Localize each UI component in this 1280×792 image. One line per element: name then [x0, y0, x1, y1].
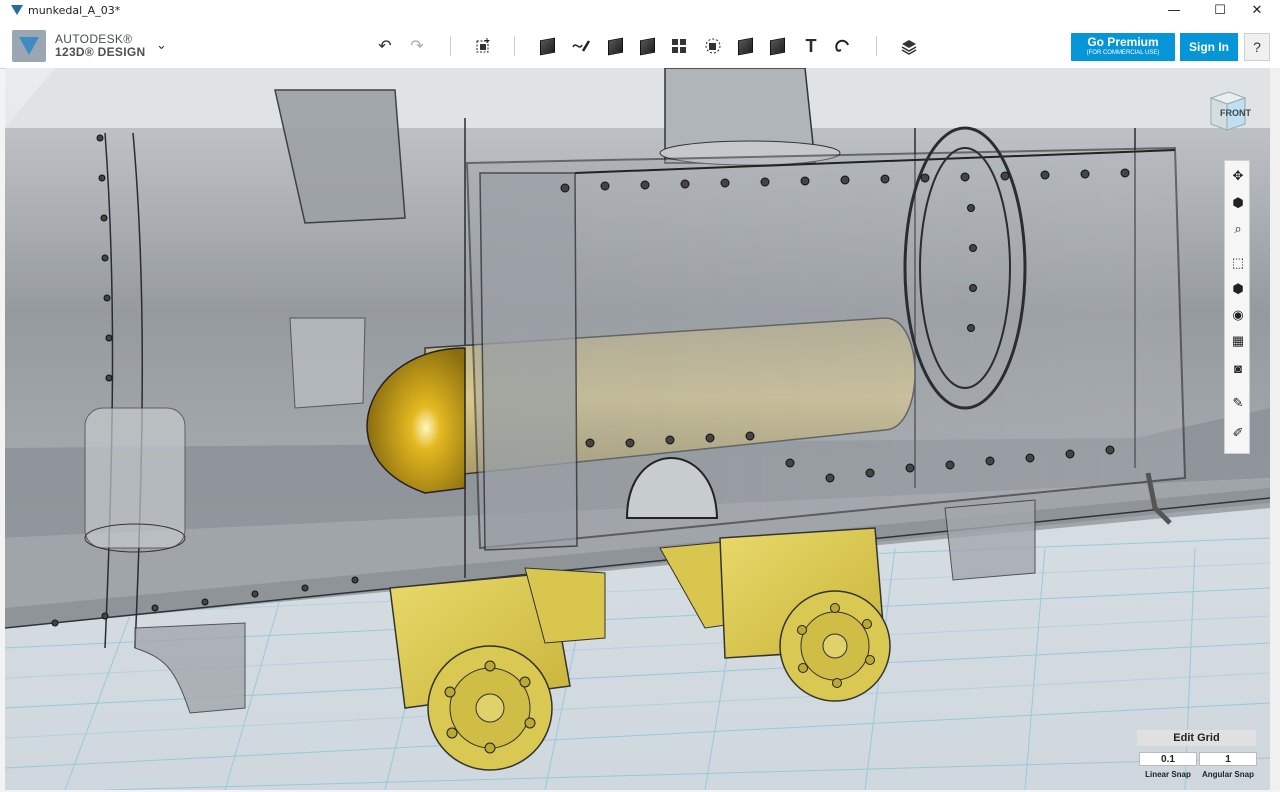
angular-snap-label: Angular Snap — [1201, 770, 1254, 779]
fit-icon[interactable]: ⬚ — [1228, 253, 1248, 273]
hide-mesh-icon[interactable]: ✐ — [1228, 423, 1248, 443]
window-title: munkedal_A_03* — [28, 4, 121, 17]
pan-icon[interactable]: ✥ — [1228, 166, 1248, 186]
main-toolbar: AUTODESK® 123D® DESIGN ⌄ ↶ ↷ T Go Premiu… — [0, 23, 1280, 69]
app-menu-chevron-down-icon[interactable]: ⌄ — [156, 37, 167, 53]
perspective-icon[interactable]: ⬢ — [1228, 279, 1248, 299]
edit-grid-button[interactable]: Edit Grid — [1137, 730, 1256, 746]
construct-icon[interactable] — [604, 35, 626, 57]
frame-leg-right — [944, 499, 1036, 581]
undo-icon[interactable]: ↶ — [374, 35, 396, 57]
view-cube-face-label: FRONT — [1220, 108, 1251, 118]
viewport-scrollbar[interactable] — [1270, 68, 1280, 790]
materials-icon[interactable]: ▦ — [1228, 331, 1248, 351]
orbit-icon[interactable]: ⬢ — [1228, 193, 1248, 213]
camera-icon[interactable]: ◙ — [1228, 359, 1248, 379]
grid-panel: Edit Grid 0.1 1 Linear Snap Angular Snap — [1137, 730, 1257, 780]
toolbar-divider — [450, 36, 451, 56]
zoom-icon[interactable]: ⌕ — [1228, 219, 1248, 239]
combine-icon[interactable] — [734, 35, 756, 57]
pattern-icon[interactable] — [668, 35, 690, 57]
product-name: 123D® DESIGN — [55, 45, 146, 59]
model-scene — [5, 68, 1270, 790]
modify-icon[interactable] — [636, 35, 658, 57]
go-premium-sublabel: (FOR COMMERCIAL USE) — [1086, 50, 1160, 56]
app-logo[interactable] — [12, 30, 46, 62]
hide-sketch-icon[interactable]: ✎ — [1228, 393, 1248, 413]
primitives-icon[interactable] — [536, 35, 558, 57]
go-premium-label: Go Premium — [1087, 35, 1159, 49]
material-icon[interactable] — [898, 35, 920, 57]
help-button[interactable]: ? — [1244, 33, 1270, 61]
snap-icon[interactable] — [832, 35, 854, 57]
go-premium-button[interactable]: Go Premium (FOR COMMERCIAL USE) — [1071, 33, 1175, 61]
sign-in-button[interactable]: Sign In — [1180, 33, 1238, 61]
axle-box-front — [389, 567, 606, 771]
transform-icon[interactable] — [472, 35, 494, 57]
minimize-button[interactable]: — — [1151, 0, 1197, 23]
toolbar-divider — [514, 36, 515, 56]
brand-name: AUTODESK® — [55, 32, 133, 46]
oil-can — [289, 317, 366, 409]
frame-leg-left — [134, 622, 246, 714]
text-tool-icon[interactable]: T — [800, 35, 822, 57]
linear-snap-field[interactable]: 0.1 — [1139, 752, 1197, 766]
redo-icon[interactable]: ↷ — [406, 35, 428, 57]
3d-viewport[interactable] — [5, 68, 1270, 790]
grouping-icon[interactable] — [702, 35, 724, 57]
close-button[interactable]: ✕ — [1234, 0, 1280, 23]
title-bar: munkedal_A_03* — ☐ ✕ — [0, 0, 1280, 24]
toolbar-divider — [876, 36, 877, 56]
linear-snap-label: Linear Snap — [1145, 770, 1191, 779]
glass-jar — [84, 407, 186, 549]
navigation-bar: ✥ ⬢ ⌕ ⬚ ⬢ ◉ ▦ ◙ ✎ ✐ — [1224, 160, 1250, 454]
measure-icon[interactable] — [766, 35, 788, 57]
axle-box-rear — [659, 527, 891, 702]
app-icon — [11, 5, 23, 15]
sketch-icon[interactable] — [570, 35, 592, 57]
view-cube[interactable]: FRONT — [1205, 90, 1251, 132]
visibility-eye-icon[interactable]: ◉ — [1228, 305, 1248, 325]
angular-snap-field[interactable]: 1 — [1199, 752, 1257, 766]
